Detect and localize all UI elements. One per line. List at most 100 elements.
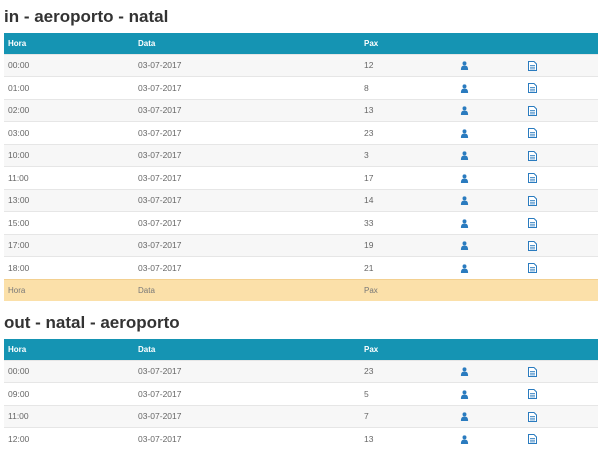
person-icon[interactable] <box>460 105 469 116</box>
document-icon[interactable] <box>528 150 537 161</box>
table-out: Hora Data Pax 00:00 03-07-2017 23 09:00 03-0… <box>4 339 598 450</box>
table-header: Hora Data Pax <box>4 33 598 54</box>
table-row: 11:00 03-07-2017 17 <box>4 166 598 189</box>
person-icon[interactable] <box>460 128 469 138</box>
person-icon[interactable] <box>460 240 469 251</box>
document-icon[interactable] <box>528 195 537 206</box>
document-icon[interactable] <box>528 262 537 274</box>
cell-passengers <box>456 166 524 189</box>
document-icon[interactable] <box>528 60 537 71</box>
person-icon[interactable] <box>460 218 469 228</box>
table-body: 00:00 03-07-2017 23 09:00 03-07-2017 5 11:00 03… <box>4 359 598 450</box>
cell-passengers <box>456 427 524 450</box>
document-icon[interactable] <box>528 105 537 116</box>
cell-document <box>524 188 598 212</box>
person-icon[interactable] <box>460 173 469 183</box>
header-hora[interactable]: Hora <box>4 339 134 360</box>
header-pax[interactable]: Pax <box>360 33 456 54</box>
header-empty <box>524 33 598 54</box>
cell-pax: 8 <box>360 76 456 99</box>
section-title-out: out - natal - aeroporto <box>4 313 180 332</box>
person-icon[interactable] <box>460 195 469 206</box>
document-icon[interactable] <box>528 366 537 377</box>
cell-pax: 33 <box>360 211 456 234</box>
cell-passengers <box>456 53 524 77</box>
cell-hora: 01:00 <box>4 76 134 99</box>
cell-pax: 13 <box>360 98 456 122</box>
cell-pax: 17 <box>360 166 456 189</box>
cell-hora: 02:00 <box>4 98 134 122</box>
footer-empty <box>456 278 524 301</box>
person-icon[interactable] <box>460 389 469 399</box>
header-hora[interactable]: Hora <box>4 33 134 54</box>
cell-passengers <box>456 256 524 279</box>
cell-hora: 10:00 <box>4 143 134 167</box>
cell-document <box>524 143 598 167</box>
document-icon[interactable] <box>528 217 537 229</box>
cell-data: 03-07-2017 <box>134 121 360 144</box>
cell-passengers <box>456 211 524 234</box>
document-icon[interactable] <box>528 240 537 251</box>
header-pax[interactable]: Pax <box>360 339 456 360</box>
cell-data: 03-07-2017 <box>134 256 360 279</box>
person-icon[interactable] <box>460 83 469 93</box>
cell-passengers <box>456 188 524 212</box>
person-icon[interactable] <box>460 60 469 71</box>
cell-data: 03-07-2017 <box>134 166 360 189</box>
cell-pax: 5 <box>360 382 456 405</box>
table-row: 18:00 03-07-2017 21 <box>4 256 598 279</box>
document-icon[interactable] <box>528 127 537 139</box>
header-data[interactable]: Data <box>134 33 360 54</box>
table-header: Hora Data Pax <box>4 339 598 360</box>
document-icon[interactable] <box>528 172 537 184</box>
person-icon[interactable] <box>460 150 469 161</box>
cell-document <box>524 382 598 405</box>
table-row: 00:00 03-07-2017 12 <box>4 53 598 77</box>
cell-hora: 11:00 <box>4 166 134 189</box>
cell-hora: 15:00 <box>4 211 134 234</box>
cell-document <box>524 211 598 234</box>
table-row: 12:00 03-07-2017 13 <box>4 427 598 450</box>
table-row: 02:00 03-07-2017 13 <box>4 98 598 122</box>
cell-passengers <box>456 359 524 383</box>
cell-data: 03-07-2017 <box>134 211 360 234</box>
table-row: 01:00 03-07-2017 8 <box>4 76 598 99</box>
person-icon[interactable] <box>460 411 469 422</box>
document-icon[interactable] <box>528 434 537 445</box>
header-empty <box>524 339 598 360</box>
table-row: 13:00 03-07-2017 14 <box>4 188 598 212</box>
cell-passengers <box>456 121 524 144</box>
table-row: 09:00 03-07-2017 5 <box>4 382 598 405</box>
table-row: 11:00 03-07-2017 7 <box>4 404 598 428</box>
cell-pax: 12 <box>360 53 456 77</box>
cell-data: 03-07-2017 <box>134 427 360 450</box>
cell-passengers <box>456 76 524 99</box>
table-row: 17:00 03-07-2017 19 <box>4 233 598 257</box>
table-row: 10:00 03-07-2017 3 <box>4 143 598 167</box>
header-data[interactable]: Data <box>134 339 360 360</box>
person-icon[interactable] <box>460 434 469 445</box>
cell-passengers <box>456 233 524 257</box>
cell-pax: 13 <box>360 427 456 450</box>
cell-document <box>524 76 598 99</box>
document-icon[interactable] <box>528 82 537 94</box>
cell-hora: 00:00 <box>4 359 134 383</box>
section-title-in: in - aeroporto - natal <box>4 7 169 26</box>
person-icon[interactable] <box>460 366 469 377</box>
footer-empty <box>524 278 598 301</box>
cell-passengers <box>456 404 524 428</box>
cell-hora: 09:00 <box>4 382 134 405</box>
document-icon[interactable] <box>528 388 537 400</box>
cell-data: 03-07-2017 <box>134 382 360 405</box>
cell-pax: 23 <box>360 359 456 383</box>
cell-data: 03-07-2017 <box>134 404 360 428</box>
cell-hora: 13:00 <box>4 188 134 212</box>
cell-pax: 19 <box>360 233 456 257</box>
cell-data: 03-07-2017 <box>134 53 360 77</box>
person-icon[interactable] <box>460 263 469 273</box>
document-icon[interactable] <box>528 411 537 422</box>
cell-document <box>524 53 598 77</box>
cell-pax: 14 <box>360 188 456 212</box>
cell-hora: 03:00 <box>4 121 134 144</box>
cell-document <box>524 233 598 257</box>
